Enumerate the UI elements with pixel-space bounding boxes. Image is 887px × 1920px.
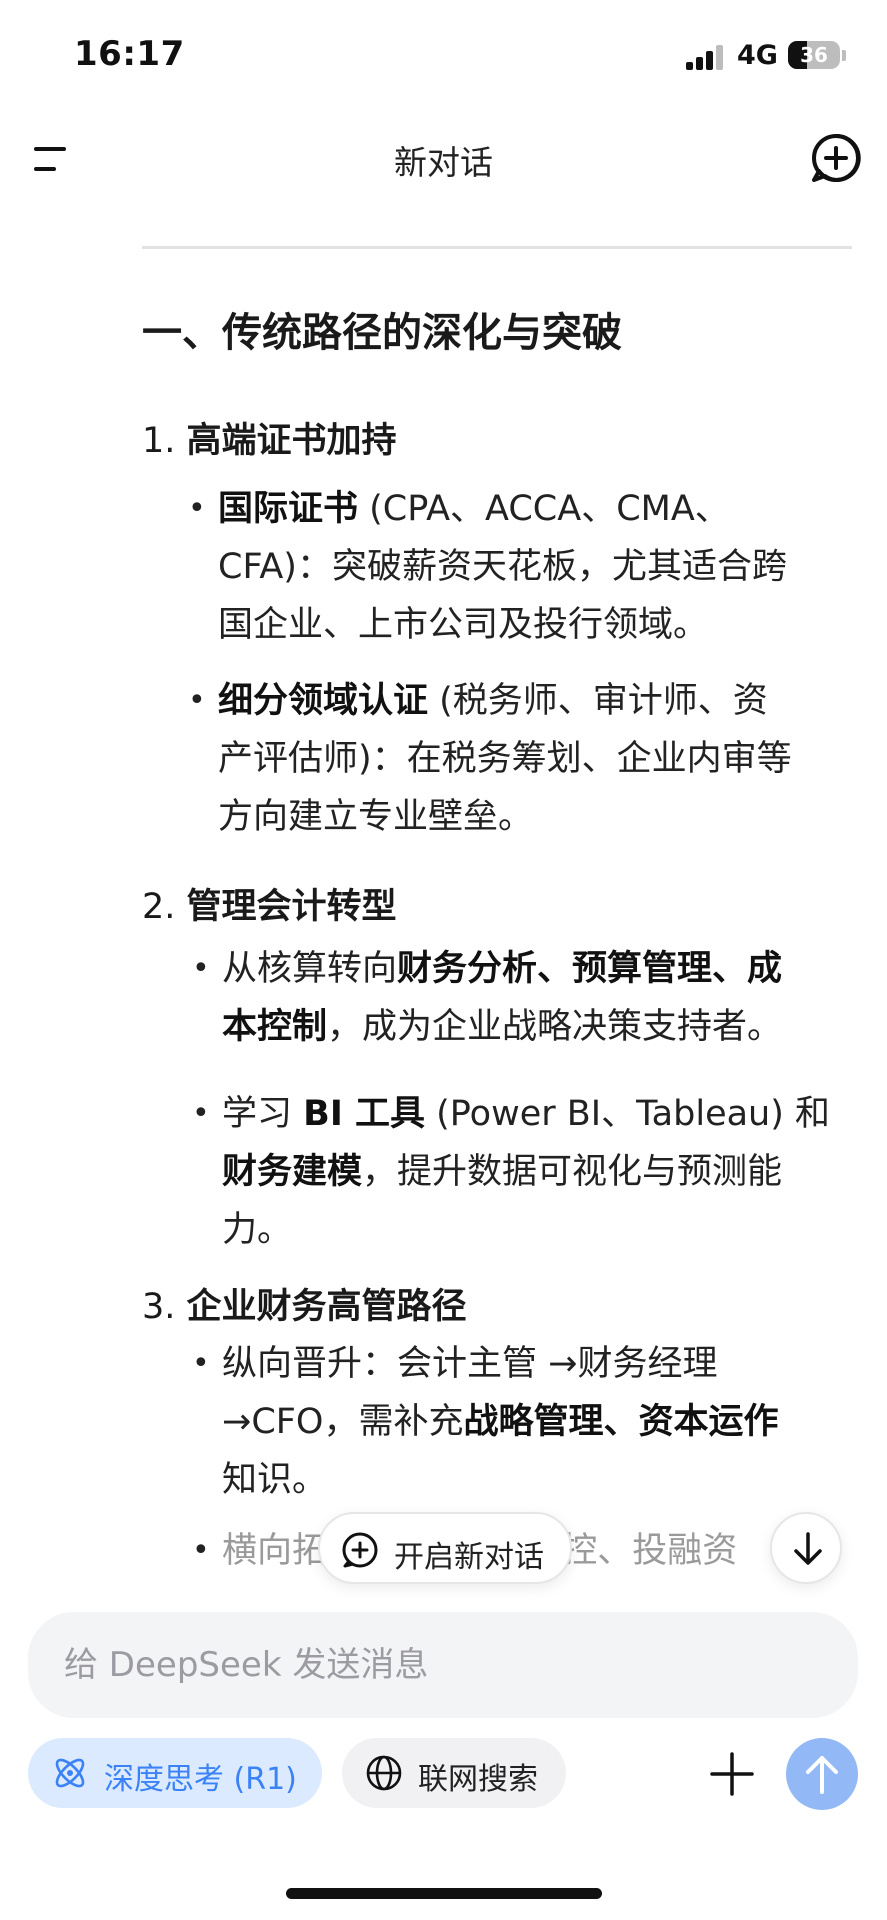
text-run: 知识。	[222, 1460, 328, 1500]
item-number: 2.	[142, 887, 187, 927]
bullet-item: • 国际证书 (CPA、ACCA、CMA、 CFA)：突破薪资天花板，尤其适合跨 国企…	[188, 480, 787, 654]
numbered-item-heading: 1. 高端证书加持	[142, 412, 397, 463]
bold-text: 细分领域认证	[218, 681, 429, 721]
bold-text: 国际证书	[218, 489, 359, 529]
text-run: 横向拓	[222, 1531, 328, 1571]
bullet-line: 从核算转向财务分析、预算管理、成	[222, 940, 782, 998]
bold-text: BI 工具	[303, 1094, 426, 1134]
item-title: 管理会计转型	[186, 887, 397, 927]
bullet-line: 财务建模，提升数据可视化与预测能	[222, 1143, 830, 1201]
text-run: (CPA、ACCA、CMA、	[358, 489, 730, 529]
start-new-chat-button[interactable]: 开启新对话	[318, 1512, 572, 1584]
status-bar: 16:17 4G 36	[0, 0, 887, 110]
page-title: 新对话	[394, 143, 493, 182]
arrow-down-icon	[794, 1532, 822, 1565]
text-run: 方向建立专业壁垒。	[218, 797, 534, 837]
web-search-label: 联网搜索	[418, 1762, 538, 1797]
numbered-item-heading: 3. 企业财务高管路径	[142, 1278, 467, 1329]
globe-icon	[366, 1755, 402, 1791]
text-run: ，提升数据可视化与预测能	[362, 1152, 783, 1192]
start-new-chat-label: 开启新对话	[394, 1540, 544, 1575]
bullet-dot: •	[192, 1096, 210, 1131]
numbered-item-heading: 2. 管理会计转型	[142, 878, 397, 929]
bullet-line: CFA)：突破薪资天花板，尤其适合跨	[218, 538, 787, 596]
section-heading: 一、传统路径的深化与突破	[142, 310, 622, 356]
text-run: 纵向晋升：会计主管 →财务经理	[222, 1344, 718, 1384]
web-search-button[interactable]: 联网搜索	[342, 1738, 566, 1808]
new-chat-icon	[342, 1532, 378, 1568]
bullet-line: 学习 BI 工具 (Power BI、Tableau) 和	[222, 1085, 830, 1143]
bullet-line: 知识。	[222, 1451, 778, 1509]
bullet-line: 方向建立专业壁垒。	[218, 788, 792, 846]
bold-text: 财务建模	[222, 1152, 363, 1192]
item-number: 1.	[142, 421, 187, 461]
battery-icon: 36	[788, 41, 840, 69]
atom-icon	[55, 1758, 85, 1788]
bullet-line: 国企业、上市公司及投行领域。	[218, 596, 787, 654]
plus-icon	[710, 1752, 754, 1796]
text-run: 产评估师)：在税务筹划、企业内审等	[218, 739, 792, 779]
bullet-line: →CFO，需补充战略管理、资本运作	[222, 1393, 778, 1451]
bullet-line: 本控制，成为企业战略决策支持者。	[222, 998, 782, 1056]
text-run: ，成为企业战略决策支持者。	[327, 1007, 783, 1047]
item-title: 高端证书加持	[186, 421, 397, 461]
bullet-item: • 从核算转向财务分析、预算管理、成 本控制，成为企业战略决策支持者。	[192, 940, 782, 1056]
bullet-item: • 细分领域认证 (税务师、审计师、资产评估师)：在税务筹划、企业内审等 方向建立专…	[188, 672, 792, 846]
bold-text: 财务分析、预算管理、成	[397, 949, 783, 989]
bullet-dot: •	[192, 1346, 210, 1381]
bullet-line: 产评估师)：在税务筹划、企业内审等	[218, 730, 792, 788]
text-run: (税务师、审计师、资	[428, 681, 768, 721]
text-run: 力。	[222, 1210, 293, 1250]
bullet-line: 纵向晋升：会计主管 →财务经理	[222, 1335, 778, 1393]
add-attachment-button[interactable]	[706, 1748, 758, 1800]
status-time: 16:17	[74, 34, 185, 74]
divider	[142, 246, 852, 249]
bullet-dot: •	[188, 491, 206, 526]
text-run: 学习	[222, 1094, 304, 1134]
item-title: 企业财务高管路径	[186, 1287, 467, 1327]
deep-think-button[interactable]: 深度思考 (R1)	[28, 1738, 322, 1808]
home-indicator	[286, 1888, 602, 1899]
network-type: 4G	[737, 40, 778, 71]
bold-text: 本控制	[222, 1007, 328, 1047]
bullet-line: 国际证书 (CPA、ACCA、CMA、	[218, 480, 787, 538]
bullet-line: 力。	[222, 1201, 830, 1259]
bold-text: 战略管理、资本运作	[463, 1402, 779, 1442]
text-run: CFA)：突破薪资天花板，尤其适合跨	[218, 547, 787, 587]
bullet-line: 细分领域认证 (税务师、审计师、资	[218, 672, 792, 730]
text-run: 国企业、上市公司及投行领域。	[218, 605, 709, 645]
bullet-dot: •	[192, 1533, 210, 1568]
nav-bar: 新对话	[0, 110, 887, 210]
arrow-up-icon	[806, 1756, 838, 1794]
battery-cap	[842, 50, 846, 61]
scroll-down-button[interactable]	[770, 1512, 842, 1584]
item-number: 3.	[142, 1287, 187, 1327]
battery-percent: 36	[800, 43, 828, 67]
text-run: →CFO，需补充	[222, 1402, 464, 1442]
bullet-item: • 纵向晋升：会计主管 →财务经理 →CFO，需补充战略管理、资本运作知识。	[192, 1335, 778, 1509]
bullet-dot: •	[188, 683, 206, 718]
text-run: (Power BI、Tableau) 和	[425, 1094, 831, 1134]
bullet-item: • 学习 BI 工具 (Power BI、Tableau) 和财务建模，提升数据可…	[192, 1085, 830, 1259]
text-run: 从核算转向	[222, 949, 398, 989]
cellular-signal-icon	[686, 44, 726, 70]
new-chat-icon[interactable]	[808, 130, 864, 186]
deep-think-label: 深度思考 (R1)	[104, 1762, 297, 1797]
send-button[interactable]	[786, 1738, 858, 1810]
message-input[interactable]	[28, 1612, 858, 1718]
bullet-dot: •	[192, 951, 210, 986]
